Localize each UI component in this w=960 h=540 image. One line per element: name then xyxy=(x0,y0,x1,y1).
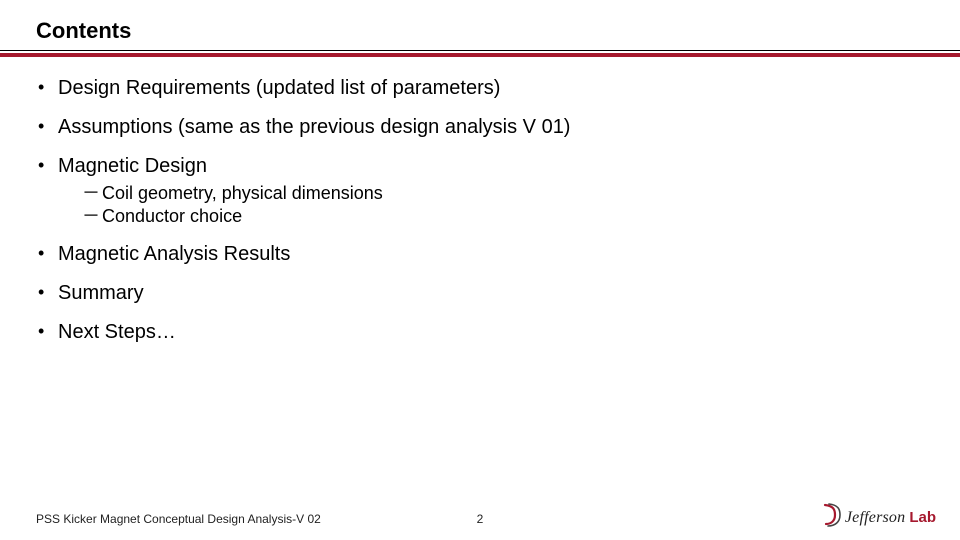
sub-list-item-text: Conductor choice xyxy=(102,206,242,226)
list-item-text: Magnetic Design xyxy=(58,155,207,177)
list-item: Next Steps… xyxy=(36,319,960,346)
footer-left-text: PSS Kicker Magnet Conceptual Design Anal… xyxy=(36,512,321,526)
list-item: Summary xyxy=(36,280,960,307)
list-item: Assumptions (same as the previous design… xyxy=(36,114,960,141)
jefferson-lab-logo: Jefferson Lab xyxy=(821,503,936,532)
list-item-text: Next Steps… xyxy=(58,321,176,343)
slide-title: Contents xyxy=(0,18,960,50)
list-item-text: Design Requirements (updated list of par… xyxy=(58,77,500,99)
slide: Contents Design Requirements (updated li… xyxy=(0,0,960,540)
logo-brand-text: Jefferson xyxy=(845,509,905,527)
sub-list-item: Conductor choice xyxy=(82,205,960,228)
footer: PSS Kicker Magnet Conceptual Design Anal… xyxy=(0,496,960,526)
sub-list-item-text: Coil geometry, physical dimensions xyxy=(102,183,383,203)
list-item: Design Requirements (updated list of par… xyxy=(36,75,960,102)
list-item-text: Magnetic Analysis Results xyxy=(58,243,290,265)
list-item-text: Summary xyxy=(58,282,144,304)
jlab-mark-icon xyxy=(821,503,843,532)
title-rule-thin xyxy=(0,50,960,51)
list-item: Magnetic Design Coil geometry, physical … xyxy=(36,153,960,229)
page-number: 2 xyxy=(477,512,484,526)
sub-list-item: Coil geometry, physical dimensions xyxy=(82,182,960,205)
list-item-text: Assumptions (same as the previous design… xyxy=(58,116,570,138)
logo-brand-accent: Lab xyxy=(909,509,936,526)
sub-list: Coil geometry, physical dimensions Condu… xyxy=(58,180,960,229)
title-rule-thick xyxy=(0,53,960,57)
list-item: Magnetic Analysis Results xyxy=(36,241,960,268)
bullet-list: Design Requirements (updated list of par… xyxy=(0,75,960,346)
